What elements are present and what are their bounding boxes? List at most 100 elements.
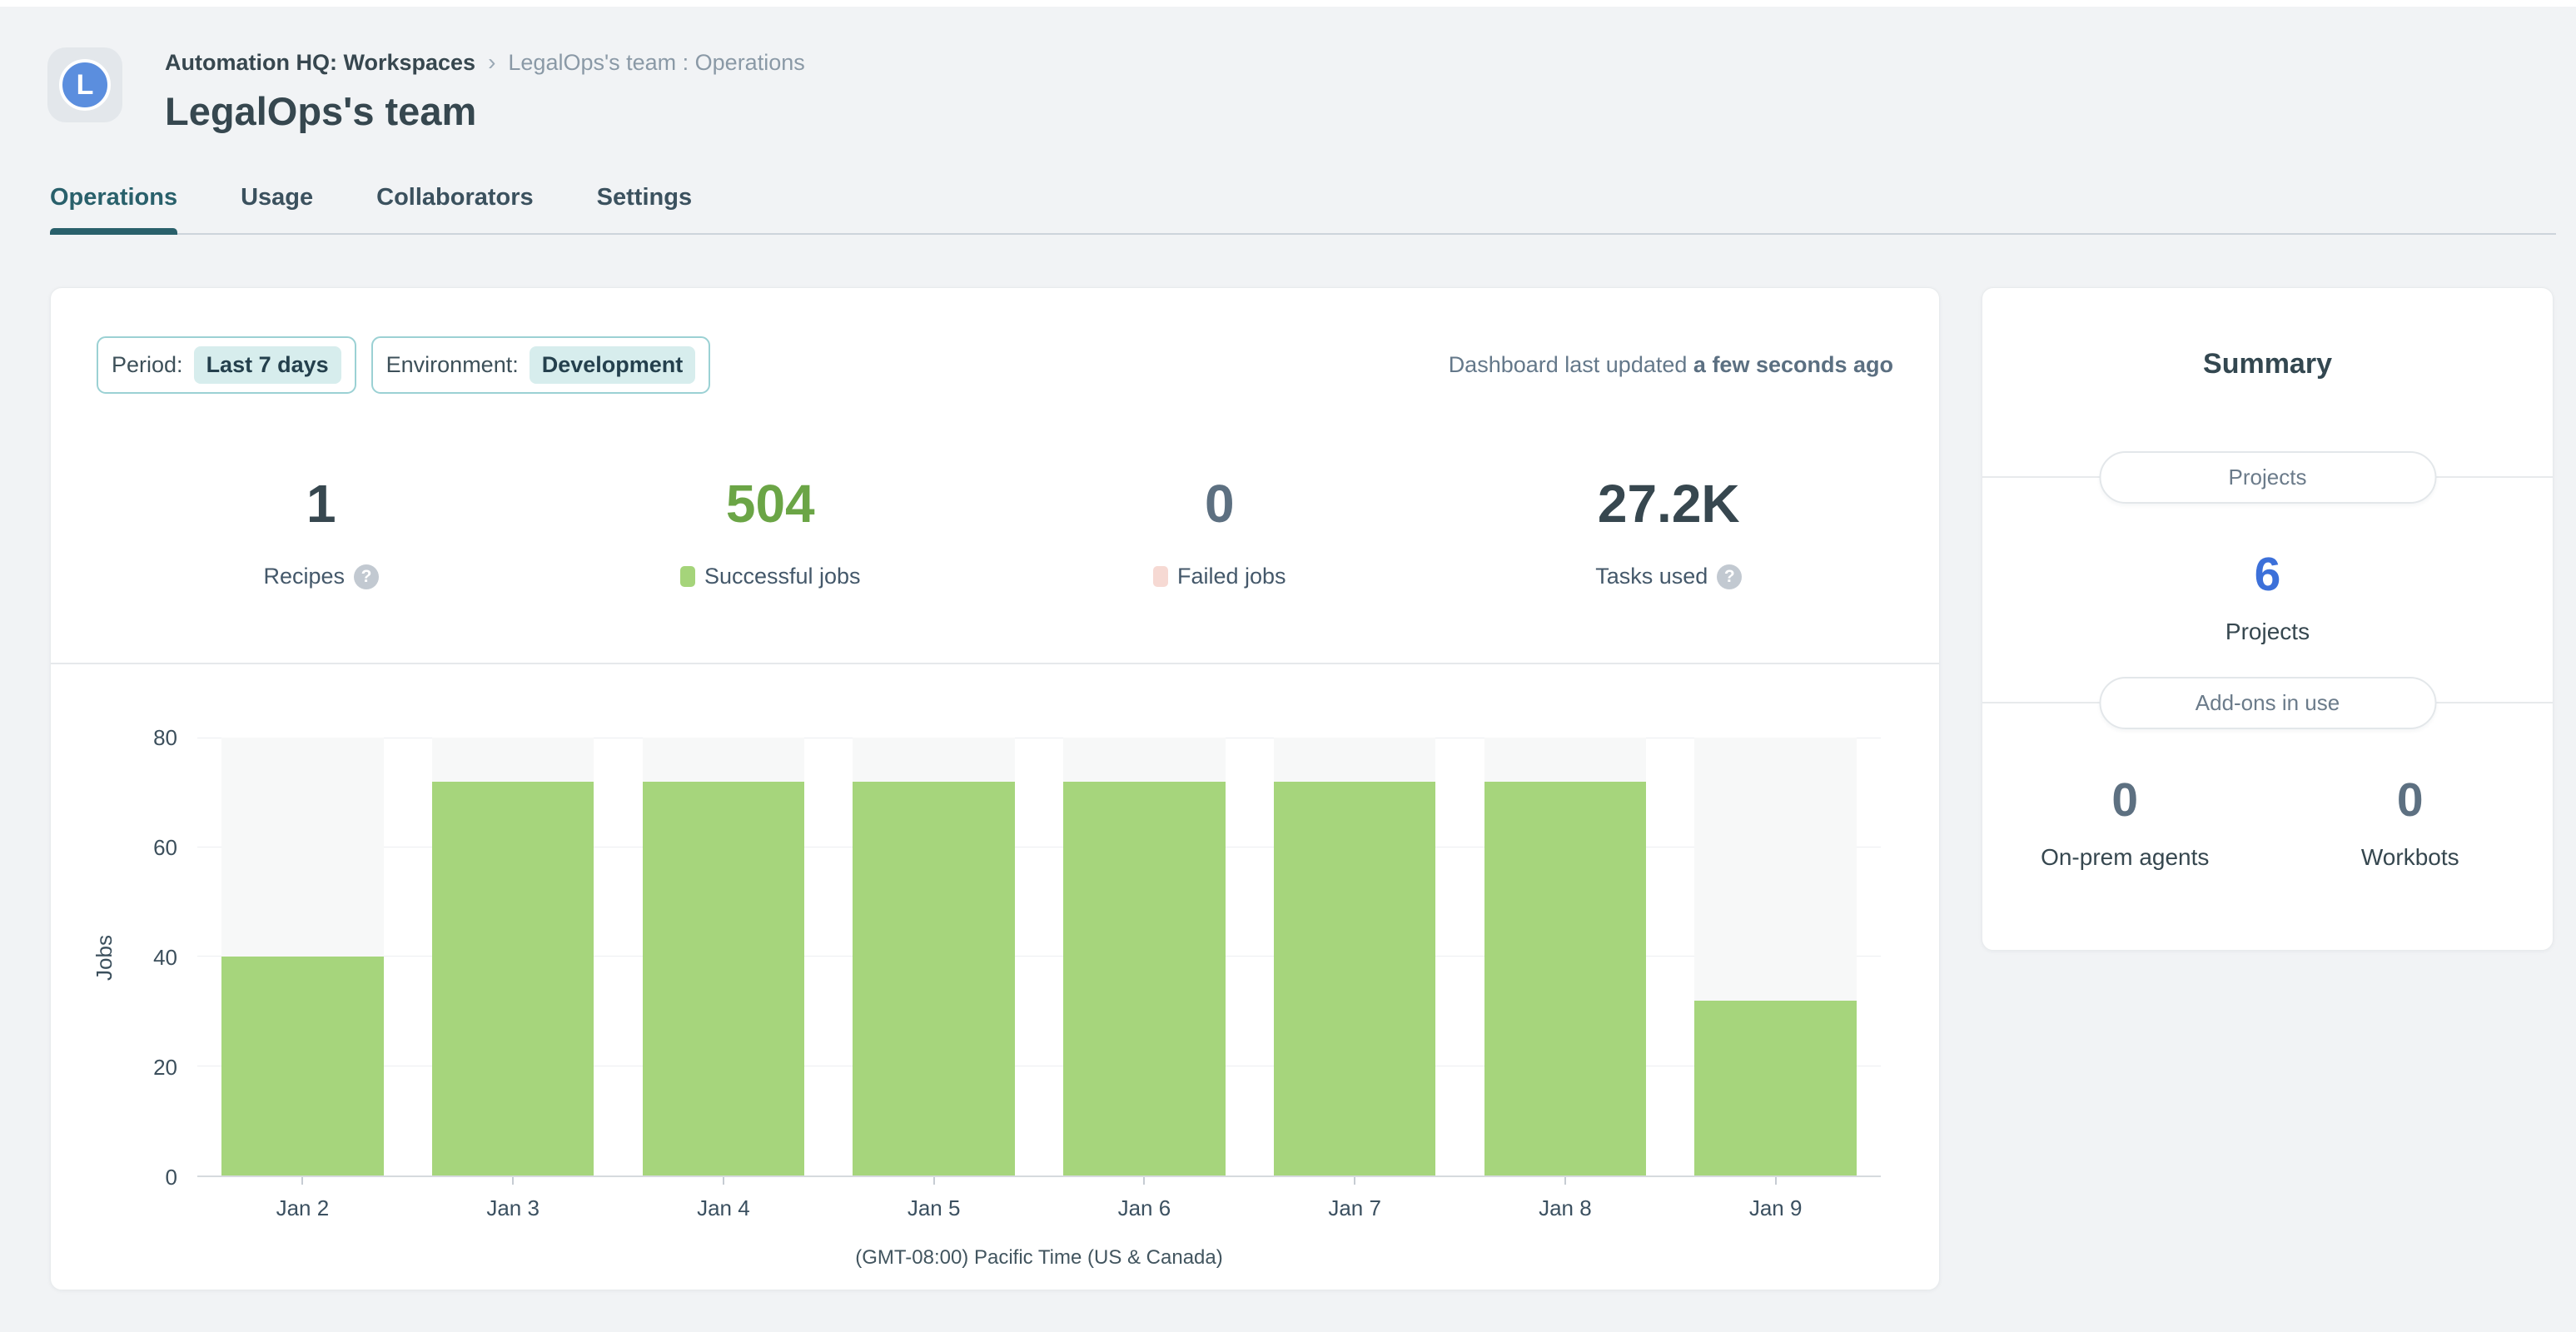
stat-label-row: Tasks used? — [1445, 564, 1894, 589]
summary-card: Summary Projects 6 Projects Add-ons in u… — [1982, 287, 2554, 951]
y-axis: 020406080 — [124, 738, 197, 1177]
filters-row: Period: Last 7 days Environment: Develop… — [97, 336, 1893, 394]
jobs-chart: Jobs 020406080 Jan 2Jan 3Jan 4Jan 5Jan 6… — [51, 664, 1939, 1270]
period-filter-value[interactable]: Last 7 days — [194, 346, 341, 384]
workspace-header: L Automation HQ: Workspaces › LegalOps's… — [0, 7, 2576, 134]
y-tick-label: 0 — [166, 1166, 177, 1188]
stat-successful-jobs: 504 Successful jobs — [546, 477, 996, 589]
top-strip — [0, 0, 2576, 7]
stats-row: 1Recipes?504 Successful jobs 0Failed jobs2… — [97, 477, 1893, 663]
x-tick-cell — [408, 1177, 619, 1185]
page-title: LegalOps's team — [165, 88, 805, 134]
stat-label-failed-jobs: Failed jobs — [1177, 564, 1286, 589]
last-updated-text: Dashboard last updated a few seconds ago — [1449, 352, 1893, 378]
projects-section-divider: Projects — [1982, 476, 2553, 478]
y-axis-title: Jobs — [84, 738, 124, 1177]
x-tick-cell — [828, 1177, 1039, 1185]
bar-slot — [408, 738, 619, 1175]
avatar-letter: L — [59, 59, 111, 111]
stat-label-row: Successful jobs — [546, 564, 996, 589]
x-axis-caption: (GMT-08:00) Pacific Time (US & Canada) — [197, 1246, 1881, 1270]
x-tick-cell — [619, 1177, 829, 1185]
tab-settings[interactable]: Settings — [597, 184, 692, 233]
workbots-label: Workbots — [2268, 844, 2554, 871]
bar-slot — [1460, 738, 1671, 1175]
legend-swatch-icon — [1153, 566, 1168, 587]
bar-jan-7[interactable] — [1274, 782, 1436, 1175]
projects-count[interactable]: 6 — [1982, 551, 2553, 599]
header-text: Automation HQ: Workspaces › LegalOps's t… — [165, 47, 805, 134]
plot-column: Jan 2Jan 3Jan 4Jan 5Jan 6Jan 7Jan 8Jan 9… — [197, 738, 1881, 1270]
y-tick-label: 60 — [153, 837, 177, 858]
onprem-agents-count: 0 — [1982, 777, 2268, 824]
x-tick-label: Jan 2 — [197, 1195, 408, 1221]
x-tick-label: Jan 8 — [1460, 1195, 1671, 1221]
chart-wrap: Jobs 020406080 Jan 2Jan 3Jan 4Jan 5Jan 6… — [84, 738, 1881, 1270]
x-tick-cell — [1250, 1177, 1460, 1185]
bar-slot — [1039, 738, 1250, 1175]
legend-swatch-icon — [680, 566, 695, 587]
help-icon[interactable]: ? — [354, 564, 379, 589]
bar-slot — [1250, 738, 1460, 1175]
x-tick-mark — [512, 1177, 514, 1185]
addons-pill[interactable]: Add-ons in use — [2099, 677, 2436, 729]
period-filter[interactable]: Period: Last 7 days — [97, 336, 356, 394]
y-tick-label: 20 — [153, 1056, 177, 1078]
x-tick-mark — [1564, 1177, 1566, 1185]
projects-pill[interactable]: Projects — [2099, 451, 2436, 504]
bar-jan-4[interactable] — [643, 782, 805, 1175]
stat-label-row: Failed jobs — [995, 564, 1445, 589]
breadcrumb-root-link[interactable]: Automation HQ: Workspaces — [165, 50, 475, 76]
help-icon[interactable]: ? — [1717, 564, 1742, 589]
tabs-bar: Operations Usage Collaborators Settings — [50, 184, 2556, 235]
breadcrumb: Automation HQ: Workspaces › LegalOps's t… — [165, 49, 805, 76]
last-updated-time: a few seconds ago — [1693, 352, 1893, 377]
stat-recipes: 1Recipes? — [97, 477, 546, 589]
x-tick-mark — [1354, 1177, 1355, 1185]
x-tick-cell — [1460, 1177, 1671, 1185]
workbots-count: 0 — [2268, 777, 2554, 824]
bar-jan-6[interactable] — [1063, 782, 1226, 1175]
environment-filter[interactable]: Environment: Development — [371, 336, 711, 394]
bar-slot — [619, 738, 829, 1175]
tab-operations[interactable]: Operations — [50, 184, 177, 233]
x-tick-label: Jan 9 — [1670, 1195, 1881, 1221]
tab-collaborators[interactable]: Collaborators — [376, 184, 534, 233]
y-axis-title-text: Jobs — [92, 935, 117, 981]
content-area: Period: Last 7 days Environment: Develop… — [0, 235, 2576, 1290]
bar-jan-8[interactable] — [1484, 782, 1647, 1175]
bar-jan-5[interactable] — [853, 782, 1015, 1175]
environment-filter-label: Environment: — [386, 352, 519, 378]
projects-label: Projects — [1982, 619, 2553, 645]
last-updated-prefix: Dashboard last updated — [1449, 352, 1688, 377]
bar-jan-3[interactable] — [432, 782, 594, 1175]
x-tick-mark — [301, 1177, 303, 1185]
x-tick-cell — [1670, 1177, 1881, 1185]
stat-label-successful-jobs: Successful jobs — [704, 564, 861, 589]
x-tick-label: Jan 4 — [619, 1195, 829, 1221]
tab-usage[interactable]: Usage — [241, 184, 313, 233]
bar-jan-2[interactable] — [221, 957, 384, 1175]
x-tick-label: Jan 3 — [408, 1195, 619, 1221]
stat-label-recipes: Recipes — [263, 564, 345, 589]
stat-value-tasks-used: 27.2K — [1445, 477, 1894, 530]
bar-jan-9[interactable] — [1694, 1001, 1857, 1175]
onprem-agents-label: On-prem agents — [1982, 844, 2268, 871]
x-ticks — [197, 1177, 1881, 1185]
workspace-avatar: L — [47, 47, 122, 122]
stat-value-successful-jobs: 504 — [546, 477, 996, 530]
plot-slots — [197, 738, 1881, 1175]
x-tick-label: Jan 6 — [1039, 1195, 1250, 1221]
period-filter-label: Period: — [112, 352, 183, 378]
bar-slot — [197, 738, 408, 1175]
summary-title: Summary — [1982, 288, 2553, 380]
bar-slot — [1670, 738, 1881, 1175]
stat-failed-jobs: 0Failed jobs — [995, 477, 1445, 589]
x-tick-mark — [1775, 1177, 1777, 1185]
card-top-section: Period: Last 7 days Environment: Develop… — [51, 288, 1939, 664]
x-tick-mark — [723, 1177, 724, 1185]
operations-card: Period: Last 7 days Environment: Develop… — [50, 287, 1940, 1290]
x-tick-mark — [933, 1177, 935, 1185]
y-tick-label: 80 — [153, 727, 177, 748]
environment-filter-value[interactable]: Development — [530, 346, 696, 384]
